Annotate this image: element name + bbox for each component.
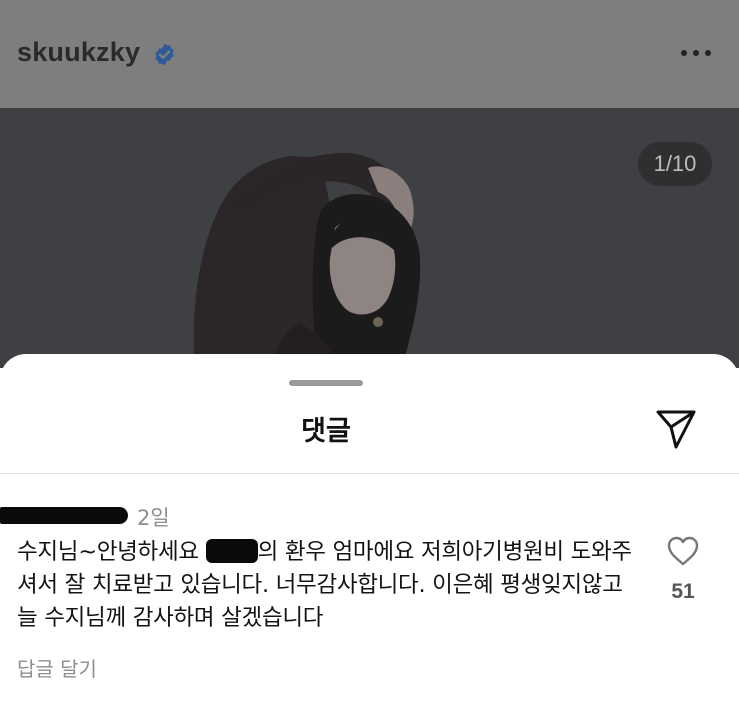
- reply-button[interactable]: 답글 달기: [17, 653, 97, 682]
- verified-badge-icon: [155, 43, 174, 66]
- comment-text: 수지님~안녕하세요 의 환우 엄마에요 저희아기병원비 도와주셔서 잘 치료받고…: [17, 536, 647, 635]
- comment-text-start: 수지님~안녕하세요: [17, 539, 206, 565]
- post-header: skuukzky: [0, 0, 739, 108]
- comment-time: 2일: [137, 506, 170, 530]
- post-image: [193, 153, 421, 368]
- redacted-inline-text: [205, 539, 258, 563]
- comments-sheet: 댓글 2일 수지님~안녕하세요 의 환우 엄마에요 저희아기병원비 도와주셔서 …: [0, 354, 739, 701]
- post-photo[interactable]: 1/10: [0, 108, 739, 368]
- photo-page-counter: 1/10: [638, 142, 712, 186]
- redacted-commenter-name: [0, 507, 128, 524]
- heart-icon[interactable]: [666, 535, 700, 567]
- send-icon[interactable]: [654, 407, 698, 451]
- sheet-divider: [0, 473, 739, 474]
- more-options-icon[interactable]: [676, 43, 716, 63]
- like-count: 51: [671, 580, 695, 603]
- sheet-drag-handle[interactable]: [289, 380, 363, 386]
- comments-title: 댓글: [301, 416, 351, 447]
- post-username[interactable]: skuukzky: [17, 37, 140, 68]
